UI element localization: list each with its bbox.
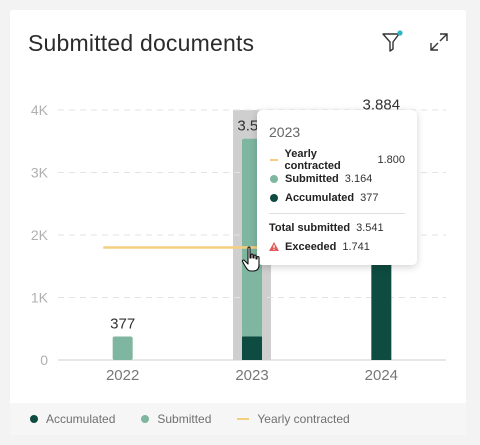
tooltip-row-label: Yearly contracted (284, 147, 341, 172)
tooltip-exceeded-label: Exceeded (285, 240, 337, 253)
tooltip-total-value: 3.541 (356, 221, 384, 234)
legend-line-marker (237, 418, 250, 420)
legend-label: Accumulated (46, 412, 116, 426)
dot-marker (269, 174, 279, 183)
chart-legend: Accumulated Submitted Yearly contracted (10, 403, 466, 435)
legend-dot-marker (30, 415, 38, 423)
hand-pointer-icon (241, 246, 263, 274)
tooltip-row: Yearly contracted 1.800 (269, 147, 405, 172)
chart-tooltip: 2023 Yearly contracted 1.800 Submitted 3.16… (257, 110, 417, 265)
legend-dot-marker (141, 415, 150, 423)
tooltip-row-label: Submitted (285, 172, 339, 185)
x-tick-label: 2022 (106, 367, 139, 384)
dot-marker (269, 193, 279, 202)
widget-card: Submitted documents 0 1K 2K 3K 4K 2022 377 2023… (10, 10, 466, 435)
bar-total-label: 377 (110, 315, 135, 332)
tooltip-row-label: Accumulated (285, 191, 355, 204)
tooltip-rows: Yearly contracted 1.800 Submitted 3.164 Accu… (269, 147, 405, 207)
legend-item[interactable]: Yearly contracted (237, 412, 350, 426)
tooltip-total-row: Total submitted 3.541 (269, 218, 405, 237)
y-tick-label: 0 (40, 352, 48, 368)
tooltip-total-label: Total submitted (269, 221, 351, 234)
legend-label: Submitted (157, 412, 212, 426)
line-marker (269, 158, 278, 161)
bar-submitted (112, 336, 133, 360)
tooltip-row-value: 377 (360, 191, 379, 204)
tooltip-row-value: 3.164 (344, 172, 373, 185)
y-tick-label: 2K (31, 227, 49, 243)
x-tick-label: 2024 (365, 367, 398, 384)
tooltip-exceeded-value: 1.741 (342, 240, 370, 253)
legend-item[interactable]: Accumulated (30, 412, 115, 426)
y-tick-label: 1K (31, 290, 49, 306)
tooltip-row: Submitted 3.164 (269, 169, 405, 188)
tooltip-title: 2023 (269, 124, 301, 140)
tooltip-row-value: 1.800 (377, 153, 405, 166)
warning-triangle-icon (269, 242, 279, 251)
legend-item[interactable]: Submitted (141, 412, 211, 426)
x-tick-label: 2023 (235, 367, 268, 384)
legend-label: Yearly contracted (257, 412, 350, 426)
tooltip-exceeded-row: Exceeded 1.741 (269, 237, 405, 256)
y-tick-label: 3K (31, 165, 49, 181)
tooltip-divider (269, 213, 405, 214)
bar-accumulated (242, 336, 262, 360)
y-tick-label: 4K (31, 102, 49, 118)
tooltip-row: Accumulated 377 (269, 188, 405, 207)
